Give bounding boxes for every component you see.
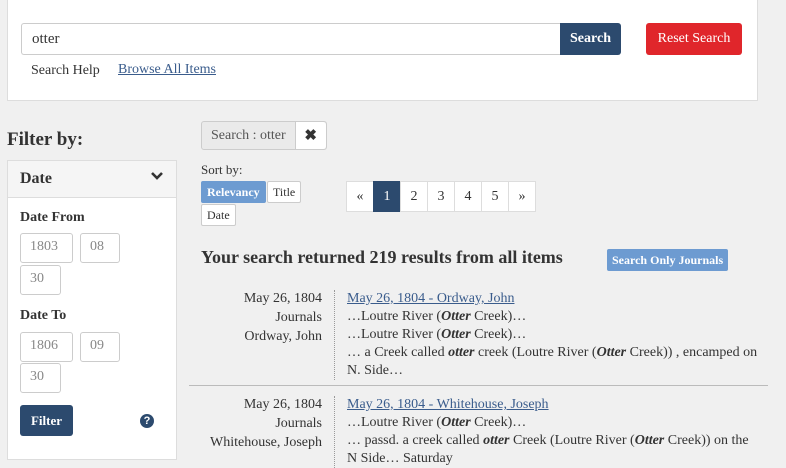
results-heading: Your search returned 219 results from al…	[201, 247, 563, 267]
from-day-field[interactable]: 30	[20, 265, 61, 295]
search-button[interactable]: Search	[560, 23, 621, 55]
search-help-link[interactable]: Search Help	[31, 63, 100, 79]
result-title-link[interactable]: May 26, 1804 - Ordway, John	[347, 290, 762, 308]
sort-label: Sort by:	[201, 162, 243, 177]
browse-all-link[interactable]: Browse All Items	[118, 62, 216, 78]
to-month-field[interactable]: 09	[80, 332, 120, 362]
from-year-field[interactable]: 1803	[20, 233, 73, 263]
result-type: Journals	[275, 416, 322, 431]
result-item: May 26, 1804 - Whitehouse, Joseph …Loutr…	[334, 396, 762, 468]
filter-panel: Date Date From 1803 08 30 Date To 1806 0…	[7, 160, 177, 460]
page-3[interactable]: 3	[427, 181, 455, 212]
to-day-field[interactable]: 30	[20, 363, 61, 393]
result-author: Whitehouse, Joseph	[210, 435, 322, 450]
result-snippet: … a Creek called otter creek (Loutre Riv…	[347, 345, 758, 378]
chevron-down-icon[interactable]	[150, 169, 164, 188]
page-prev[interactable]: «	[346, 181, 374, 212]
result-date: May 26, 1804	[243, 397, 322, 412]
date-filter-label: Date	[20, 170, 52, 187]
result-snippet: …Loutre River (Otter Creek)…	[347, 309, 527, 324]
sort-relevancy-button[interactable]: Relevancy	[201, 181, 266, 203]
result-date: May 26, 1804	[243, 291, 322, 306]
result-snippet: …Loutre River (Otter Creek)…	[347, 415, 527, 430]
date-filter-header[interactable]: Date	[8, 161, 176, 198]
result-type: Journals	[275, 310, 322, 325]
result-snippet: …Loutre River (Otter Creek)…	[347, 327, 527, 342]
filter-title: Filter by:	[7, 129, 84, 150]
result-divider	[189, 385, 768, 386]
page-2[interactable]: 2	[400, 181, 428, 212]
result-title-link[interactable]: May 26, 1804 - Whitehouse, Joseph	[347, 396, 762, 414]
search-only-journals-button[interactable]: Search Only Journals	[607, 249, 729, 271]
date-to-label: Date To	[20, 308, 67, 323]
search-panel: Search Reset Search Search Help Browse A…	[7, 0, 758, 101]
sort-title-button[interactable]: Title	[267, 181, 302, 203]
active-search-chip: Search : otter ✖	[201, 121, 327, 150]
reset-search-button[interactable]: Reset Search	[646, 23, 742, 55]
scrollbar[interactable]	[768, 0, 786, 457]
date-from-label: Date From	[20, 210, 85, 225]
result-item: May 26, 1804 - Ordway, John …Loutre Rive…	[334, 290, 762, 380]
page-next[interactable]: »	[508, 181, 536, 212]
pagination: « 1 2 3 4 5 »	[346, 181, 536, 212]
result-meta: May 26, 1804 Journals Whitehouse, Joseph	[167, 395, 322, 452]
result-author: Ordway, John	[244, 329, 322, 344]
page-5[interactable]: 5	[481, 181, 509, 212]
filter-button[interactable]: Filter	[20, 405, 73, 436]
search-input[interactable]	[21, 23, 560, 55]
from-month-field[interactable]: 08	[80, 233, 120, 263]
help-icon[interactable]: ?	[140, 414, 154, 428]
close-icon[interactable]: ✖	[295, 122, 326, 149]
sort-date-button[interactable]: Date	[201, 204, 236, 226]
chip-label: Search : otter	[202, 122, 296, 149]
page-4[interactable]: 4	[454, 181, 482, 212]
result-meta: May 26, 1804 Journals Ordway, John	[167, 289, 322, 346]
result-snippet: … passd. a creek called otter Creek (Lou…	[347, 433, 749, 466]
page-1[interactable]: 1	[373, 181, 401, 212]
to-year-field[interactable]: 1806	[20, 332, 73, 362]
